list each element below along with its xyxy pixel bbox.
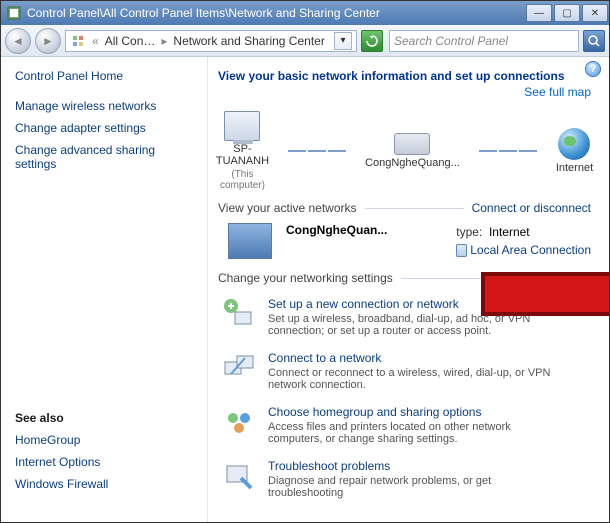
computer-icon <box>224 111 260 141</box>
networking-settings-label: Change your networking settings <box>218 271 393 285</box>
network-center-icon <box>70 33 86 49</box>
search-input[interactable]: Search Control Panel <box>389 30 579 52</box>
search-button[interactable] <box>583 30 605 52</box>
local-area-connection-link[interactable]: Local Area Connection <box>470 243 591 257</box>
forward-button[interactable]: ► <box>35 28 61 54</box>
minimize-button[interactable]: ― <box>526 4 552 22</box>
see-also-heading: See also <box>15 411 193 425</box>
this-computer-node[interactable]: SP-TUANANH (This computer) <box>216 111 269 191</box>
task-desc: Diagnose and repair network problems, or… <box>268 475 568 499</box>
homegroup-icon <box>222 405 256 439</box>
see-full-map-link[interactable]: See full map <box>524 85 591 99</box>
breadcrumb-dropdown-button[interactable]: ▾ <box>334 32 352 50</box>
sidebar: Control Panel Home Manage wireless netwo… <box>1 57 207 522</box>
setup-connection-icon <box>222 297 256 331</box>
refresh-button[interactable] <box>361 30 383 52</box>
chevron-right-icon: ▸ <box>159 34 169 48</box>
main-panel: ? View your basic network information an… <box>207 57 609 522</box>
window-title: Control Panel\All Control Panel Items\Ne… <box>27 6 525 20</box>
close-button[interactable]: ✕ <box>582 4 608 22</box>
help-icon[interactable]: ? <box>585 61 601 77</box>
node-sublabel: (This computer) <box>216 169 269 191</box>
connect-network-icon <box>222 351 256 385</box>
troubleshoot-icon <box>222 459 256 493</box>
node-label: SP-TUANANH <box>216 143 269 167</box>
network-link-line <box>287 150 347 152</box>
control-panel-home-link[interactable]: Control Panel Home <box>15 69 193 83</box>
internet-options-link[interactable]: Internet Options <box>15 455 193 469</box>
breadcrumb[interactable]: « All Con… ▸ Network and Sharing Center … <box>65 30 357 52</box>
task-homegroup-sharing[interactable]: Choose homegroup and sharing options Acc… <box>222 405 591 445</box>
network-device-icon <box>394 133 430 155</box>
divider <box>365 208 464 209</box>
task-connect-network[interactable]: Connect to a network Connect or reconnec… <box>222 351 591 391</box>
internet-node[interactable]: Internet <box>556 128 593 174</box>
active-networks-label: View your active networks <box>218 201 357 215</box>
task-desc: Access files and printers located on oth… <box>268 421 568 445</box>
task-setup-connection[interactable]: Set up a new connection or network Set u… <box>222 297 591 337</box>
active-network-name[interactable]: CongNgheQuan... <box>286 223 387 237</box>
task-desc: Connect or reconnect to a wireless, wire… <box>268 367 568 391</box>
network-map: SP-TUANANH (This computer) CongNgheQuang… <box>218 111 591 191</box>
page-heading: View your basic network information and … <box>218 69 591 83</box>
window-titlebar: Control Panel\All Control Panel Items\Ne… <box>1 1 609 25</box>
divider <box>401 278 591 279</box>
gateway-node[interactable]: CongNgheQuang... <box>365 133 460 169</box>
task-title[interactable]: Connect to a network <box>268 351 568 365</box>
change-adapter-link[interactable]: Change adapter settings <box>15 121 193 135</box>
back-button[interactable]: ◄ <box>5 28 31 54</box>
access-type-value: Internet <box>489 225 530 239</box>
chevron-right-icon: « <box>90 34 101 48</box>
connect-disconnect-link[interactable]: Connect or disconnect <box>472 201 591 215</box>
search-placeholder: Search Control Panel <box>394 34 508 48</box>
manage-wireless-link[interactable]: Manage wireless networks <box>15 99 193 113</box>
control-panel-icon <box>5 4 23 22</box>
windows-firewall-link[interactable]: Windows Firewall <box>15 477 193 491</box>
network-link-line <box>478 150 538 152</box>
advanced-sharing-link[interactable]: Change advanced sharing settings <box>15 143 193 171</box>
breadcrumb-item[interactable]: Network and Sharing Center <box>173 34 324 48</box>
node-label: Internet <box>556 162 593 174</box>
globe-icon <box>558 128 590 160</box>
active-network-item: CongNgheQuan... type: Internet Local Are… <box>228 223 591 259</box>
maximize-button[interactable]: ▢ <box>554 4 580 22</box>
task-title[interactable]: Troubleshoot problems <box>268 459 568 473</box>
network-category-icon <box>228 223 272 259</box>
task-title[interactable]: Choose homegroup and sharing options <box>268 405 568 419</box>
homegroup-link[interactable]: HomeGroup <box>15 433 193 447</box>
breadcrumb-item[interactable]: All Con… <box>105 34 156 48</box>
access-type-label: type: <box>456 225 482 239</box>
task-title[interactable]: Set up a new connection or network <box>268 297 568 311</box>
task-desc: Set up a wireless, broadband, dial-up, a… <box>268 313 568 337</box>
task-troubleshoot[interactable]: Troubleshoot problems Diagnose and repai… <box>222 459 591 499</box>
node-label: CongNgheQuang... <box>365 157 460 169</box>
navigation-bar: ◄ ► « All Con… ▸ Network and Sharing Cen… <box>1 25 609 57</box>
connection-status-icon <box>456 244 467 257</box>
